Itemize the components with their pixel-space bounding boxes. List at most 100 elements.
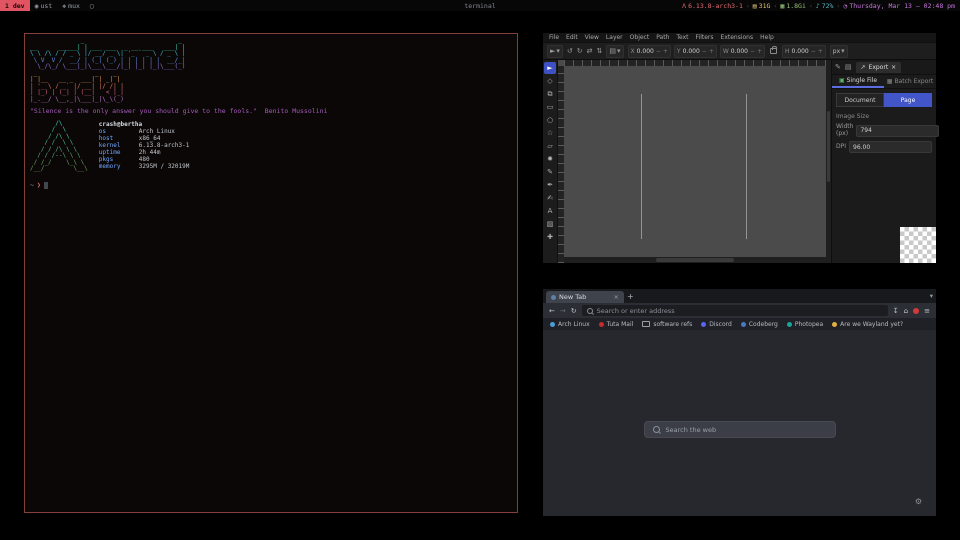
decrement-button[interactable]: − bbox=[750, 48, 755, 55]
browser-window[interactable]: New Tab × + ▾ ← → ↻ Search or enter addr… bbox=[543, 289, 936, 516]
url-bar[interactable]: Search or enter address bbox=[582, 305, 888, 316]
menu-extensions[interactable]: Extensions bbox=[721, 34, 754, 41]
tool-node-editor[interactable]: ◇ bbox=[544, 75, 556, 87]
mux-tag-icon: ❖ bbox=[62, 2, 66, 10]
canvas-area[interactable] bbox=[558, 60, 826, 263]
menu-object[interactable]: Object bbox=[630, 34, 650, 41]
back-button[interactable]: ← bbox=[549, 307, 555, 315]
gear-icon[interactable]: ⚙ bbox=[915, 497, 922, 506]
bookmark-item[interactable]: Photopea bbox=[787, 321, 823, 328]
tool-gradient[interactable]: ▨ bbox=[544, 218, 556, 230]
reload-button[interactable]: ↻ bbox=[571, 307, 577, 315]
fetch-output: /\ / \ / /\ \ / / \ \ / / /\ \ \ / / /--… bbox=[30, 121, 512, 173]
increment-button[interactable]: + bbox=[818, 48, 823, 55]
bookmark-item[interactable]: Are we Wayland yet? bbox=[832, 321, 903, 328]
export-mode-tabs: ▣ Single File ▦ Batch Export bbox=[832, 75, 936, 89]
shell-prompt[interactable]: ~ ❯ bbox=[30, 182, 512, 189]
download-icon[interactable]: ↧ bbox=[893, 307, 899, 315]
favicon bbox=[599, 322, 604, 327]
inkscape-window[interactable]: File Edit View Layer Object Path Text Filters Ex… bbox=[543, 33, 936, 263]
tool-dropper[interactable]: ✚ bbox=[544, 231, 556, 243]
new-tab-button[interactable]: + bbox=[627, 292, 634, 301]
page-button[interactable]: Page bbox=[884, 93, 932, 107]
menu-text[interactable]: Text bbox=[676, 34, 688, 41]
menu-help[interactable]: Help bbox=[760, 34, 774, 41]
units-dropdown[interactable]: px ▾ bbox=[830, 45, 848, 58]
tool-selector[interactable]: ► bbox=[544, 62, 556, 74]
selector-mode-dropdown[interactable]: ► ▾ bbox=[547, 45, 563, 58]
tool-box-3d[interactable]: ▱ bbox=[544, 140, 556, 152]
width-input[interactable] bbox=[856, 125, 939, 137]
tool-shape-builder[interactable]: ⧉ bbox=[544, 88, 556, 100]
web-search-box[interactable]: Search the web bbox=[644, 421, 836, 438]
export-dialog-tab[interactable]: ↗ Export × bbox=[856, 62, 902, 73]
bookmark-item[interactable]: Discord bbox=[701, 321, 732, 328]
tool-rectangle[interactable]: ▭ bbox=[544, 101, 556, 113]
decrement-button[interactable]: − bbox=[702, 48, 707, 55]
dpi-input[interactable] bbox=[849, 141, 932, 153]
field-w[interactable]: W0.000−+ bbox=[720, 45, 765, 58]
decrement-button[interactable]: − bbox=[656, 48, 661, 55]
scrollbar-thumb[interactable] bbox=[827, 111, 830, 182]
pencil-icon[interactable]: ✎ bbox=[835, 63, 841, 71]
increment-button[interactable]: + bbox=[709, 48, 714, 55]
fetch-value: x86_64 bbox=[139, 135, 161, 142]
bookmark-item[interactable]: Codeberg bbox=[741, 321, 778, 328]
tab-batch-export[interactable]: ▦ Batch Export bbox=[884, 75, 936, 88]
menu-filters[interactable]: Filters bbox=[696, 34, 714, 41]
tool-calligraphy[interactable]: ✍ bbox=[544, 192, 556, 204]
tool-spiral[interactable]: ✹ bbox=[544, 153, 556, 165]
document-canvas[interactable] bbox=[564, 66, 826, 257]
forward-button[interactable]: → bbox=[560, 307, 566, 315]
horizontal-scrollbar[interactable] bbox=[564, 257, 826, 263]
terminal-window[interactable]: _ _ __ _____| | ___ ___ _ __ ___ ___| |\… bbox=[24, 33, 518, 513]
increment-button[interactable]: + bbox=[663, 48, 668, 55]
tab-new-tab[interactable]: New Tab × bbox=[546, 291, 624, 303]
menu-edit[interactable]: Edit bbox=[566, 34, 578, 41]
close-icon[interactable]: × bbox=[891, 64, 896, 71]
menu-icon[interactable]: ≡ bbox=[924, 307, 930, 315]
menu-layer[interactable]: Layer bbox=[606, 34, 623, 41]
tool-star[interactable]: ☆ bbox=[544, 127, 556, 139]
workspace-tag[interactable]: ▢ bbox=[85, 0, 99, 11]
tab-close-icon[interactable]: × bbox=[614, 293, 619, 301]
bookmark-item[interactable]: software refs bbox=[642, 321, 692, 328]
tool-text[interactable]: A bbox=[544, 205, 556, 217]
menu-path[interactable]: Path bbox=[656, 34, 669, 41]
layers-icon[interactable]: ▤ bbox=[845, 63, 852, 71]
field-y[interactable]: Y0.000−+ bbox=[674, 45, 717, 58]
menu-file[interactable]: File bbox=[549, 34, 559, 41]
kernel-module: Λ 6.13.8-arch3-1 bbox=[682, 2, 743, 10]
tool-pencil[interactable]: ✎ bbox=[544, 166, 556, 178]
adblock-extension-icon[interactable] bbox=[913, 308, 919, 314]
workspace-tag[interactable]: ❖mux bbox=[57, 0, 85, 11]
field-x[interactable]: X0.000−+ bbox=[628, 45, 671, 58]
scrollbar-thumb[interactable] bbox=[656, 258, 735, 262]
flip-horizontal-button[interactable]: ⇄ bbox=[587, 47, 593, 55]
tool-ellipse[interactable]: ○ bbox=[544, 114, 556, 126]
spin-label: X bbox=[631, 48, 635, 55]
align-dropdown[interactable]: ▤ ▾ bbox=[606, 45, 623, 58]
list-tabs-chevron[interactable]: ▾ bbox=[930, 292, 933, 300]
document-button[interactable]: Document bbox=[836, 93, 884, 107]
decrement-button[interactable]: − bbox=[811, 48, 816, 55]
bookmark-label: Codeberg bbox=[749, 321, 778, 328]
rotate-cw-button[interactable]: ↻ bbox=[577, 47, 583, 55]
navigation-bar: ← → ↻ Search or enter address ↧ ⌂ ≡ bbox=[543, 303, 936, 318]
bookmark-label: Tuta Mail bbox=[607, 321, 634, 328]
rotate-ccw-button[interactable]: ↺ bbox=[567, 47, 573, 55]
lock-icon[interactable] bbox=[770, 48, 777, 54]
clock-module: ◔ Thursday, Mar 13 — 02:48 pm bbox=[843, 2, 955, 10]
bookmark-item[interactable]: Arch Linux bbox=[550, 321, 590, 328]
increment-button[interactable]: + bbox=[757, 48, 762, 55]
tool-pen[interactable]: ✒ bbox=[544, 179, 556, 191]
workspace-tag[interactable]: 1 dev bbox=[0, 0, 30, 11]
flip-vertical-button[interactable]: ⇅ bbox=[597, 47, 603, 55]
home-icon[interactable]: ⌂ bbox=[904, 307, 908, 315]
field-h[interactable]: H0.000−+ bbox=[782, 45, 826, 58]
workspace-tag[interactable]: ◉ust bbox=[30, 0, 58, 11]
fetch-key: memory bbox=[99, 163, 139, 170]
menu-view[interactable]: View bbox=[585, 34, 599, 41]
tab-single-file[interactable]: ▣ Single File bbox=[832, 75, 884, 88]
bookmark-item[interactable]: Tuta Mail bbox=[599, 321, 634, 328]
